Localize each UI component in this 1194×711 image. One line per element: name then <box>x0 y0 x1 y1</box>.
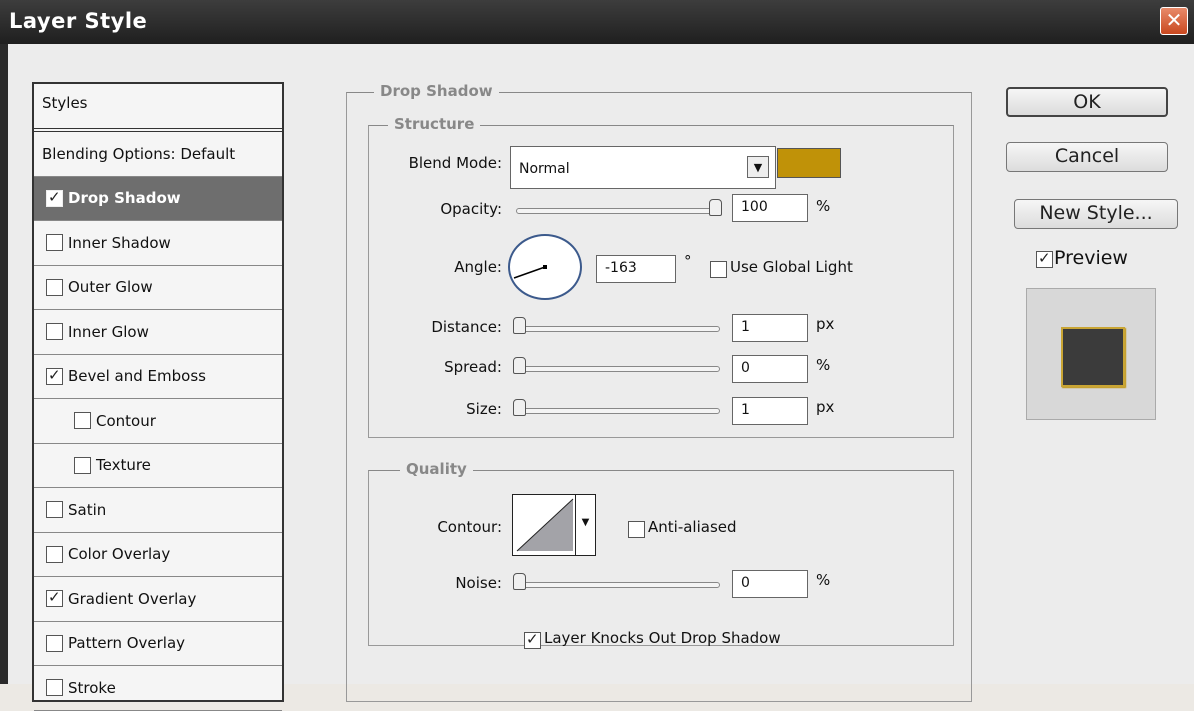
style-item-outer-glow[interactable]: Outer Glow <box>34 266 282 310</box>
opacity-input[interactable]: 100 <box>732 194 808 222</box>
angle-unit: ° <box>684 252 692 270</box>
styles-header[interactable]: Styles <box>34 84 282 132</box>
style-item-label: Color Overlay <box>68 545 171 564</box>
distance-input[interactable]: 1 <box>732 314 808 342</box>
size-unit: px <box>816 398 835 416</box>
blend-mode-value: Normal <box>519 161 570 177</box>
spread-unit: % <box>816 356 831 374</box>
style-item-gradient-overlay[interactable]: Gradient Overlay <box>34 577 282 622</box>
styles-list: Styles Blending Options: Default Drop Sh… <box>32 82 284 711</box>
style-item-label: Texture <box>96 456 151 475</box>
noise-input[interactable]: 0 <box>732 570 808 598</box>
close-button[interactable]: ✕ <box>1160 7 1188 35</box>
style-item-drop-shadow[interactable]: Drop Shadow <box>34 176 282 221</box>
style-item-contour[interactable]: Contour <box>34 399 282 444</box>
use-global-light-label: Use Global Light <box>730 258 853 276</box>
size-slider-track[interactable] <box>514 408 720 414</box>
anti-aliased-checkbox[interactable] <box>628 521 645 538</box>
style-checkbox[interactable] <box>46 501 63 519</box>
contour-label: Contour: <box>437 518 502 536</box>
style-checkbox[interactable] <box>46 588 63 608</box>
style-item-satin[interactable]: Satin <box>34 488 282 533</box>
style-checkbox[interactable] <box>46 545 63 563</box>
style-checkbox[interactable] <box>74 456 91 474</box>
new-style-button[interactable]: New Style... <box>1014 199 1178 229</box>
style-checkbox[interactable] <box>46 679 63 697</box>
opacity-slider-track[interactable] <box>516 208 722 214</box>
style-preview-thumbnail <box>1026 288 1156 420</box>
style-checkbox[interactable] <box>46 234 63 252</box>
anti-aliased-label: Anti-aliased <box>648 518 737 536</box>
opacity-label: Opacity: <box>440 200 502 218</box>
distance-label: Distance: <box>431 318 502 336</box>
contour-dropdown-icon[interactable]: ▼ <box>575 495 595 555</box>
contour-preview-icon <box>516 498 574 552</box>
quality-title: Quality <box>400 460 473 478</box>
style-item-bevel-and-emboss[interactable]: Bevel and Emboss <box>34 355 282 399</box>
dialog-title: Layer Style <box>9 9 148 33</box>
opacity-slider-thumb[interactable] <box>709 199 722 216</box>
dialog-body: Styles Blending Options: Default Drop Sh… <box>0 44 1194 711</box>
spread-input[interactable]: 0 <box>732 355 808 383</box>
style-item-label: Bevel and Emboss <box>68 367 206 386</box>
drop-shadow-title: Drop Shadow <box>374 82 499 100</box>
distance-slider-track[interactable] <box>514 326 720 332</box>
blend-mode-select[interactable]: Normal ▼ <box>510 146 776 189</box>
noise-unit: % <box>816 571 831 589</box>
distance-slider-thumb[interactable] <box>513 317 526 334</box>
style-item-label: Outer Glow <box>68 278 153 297</box>
style-item-label: Satin <box>68 500 107 519</box>
style-item-label: Inner Glow <box>68 322 149 341</box>
angle-needle-icon <box>513 265 547 279</box>
layer-knocks-out-label: Layer Knocks Out Drop Shadow <box>544 629 781 647</box>
ok-button[interactable]: OK <box>1006 87 1168 117</box>
style-item-pattern-overlay[interactable]: Pattern Overlay <box>34 622 282 666</box>
noise-slider-track[interactable] <box>514 582 720 588</box>
style-checkbox[interactable] <box>46 188 63 207</box>
angle-dial[interactable] <box>508 234 582 300</box>
style-item-inner-glow[interactable]: Inner Glow <box>34 310 282 355</box>
distance-unit: px <box>816 315 835 333</box>
angle-label: Angle: <box>454 258 502 276</box>
dropdown-arrow-icon[interactable]: ▼ <box>747 156 769 178</box>
spread-label: Spread: <box>444 358 502 376</box>
preview-label: Preview <box>1054 247 1128 269</box>
style-item-label: Stroke <box>68 678 116 697</box>
style-item-label: Pattern Overlay <box>68 634 186 653</box>
preview-swatch <box>1061 327 1125 387</box>
quality-group <box>368 470 954 646</box>
style-checkbox[interactable] <box>46 323 63 341</box>
style-checkbox[interactable] <box>46 634 63 652</box>
contour-picker[interactable]: ▼ <box>512 494 596 556</box>
title-bar: Layer Style ✕ <box>0 0 1194 44</box>
size-label: Size: <box>466 400 502 418</box>
style-item-label: Drop Shadow <box>68 189 181 208</box>
cancel-button[interactable]: Cancel <box>1006 142 1168 172</box>
size-slider-thumb[interactable] <box>513 399 526 416</box>
blending-options-item[interactable]: Blending Options: Default <box>34 132 282 177</box>
style-item-color-overlay[interactable]: Color Overlay <box>34 533 282 577</box>
blend-mode-label: Blend Mode: <box>408 154 502 172</box>
noise-slider-thumb[interactable] <box>513 573 526 590</box>
style-item-label: Contour <box>96 411 156 430</box>
style-item-texture[interactable]: Texture <box>34 444 282 488</box>
style-item-label: Inner Shadow <box>68 233 171 252</box>
preview-checkbox[interactable] <box>1036 249 1053 268</box>
shadow-color-swatch[interactable] <box>777 148 841 178</box>
angle-input[interactable]: -163 <box>596 255 676 283</box>
spread-slider-thumb[interactable] <box>513 357 526 374</box>
structure-title: Structure <box>388 115 481 133</box>
style-item-stroke[interactable]: Stroke <box>34 666 282 711</box>
spread-slider-track[interactable] <box>514 366 720 372</box>
layer-knocks-out-checkbox[interactable] <box>524 630 541 649</box>
style-checkbox[interactable] <box>74 412 91 430</box>
style-checkbox[interactable] <box>46 366 63 385</box>
style-checkbox[interactable] <box>46 278 63 296</box>
opacity-unit: % <box>816 197 831 215</box>
noise-label: Noise: <box>455 574 502 592</box>
size-input[interactable]: 1 <box>732 397 808 425</box>
style-item-inner-shadow[interactable]: Inner Shadow <box>34 221 282 266</box>
style-item-label: Gradient Overlay <box>68 589 197 608</box>
use-global-light-checkbox[interactable] <box>710 261 727 278</box>
